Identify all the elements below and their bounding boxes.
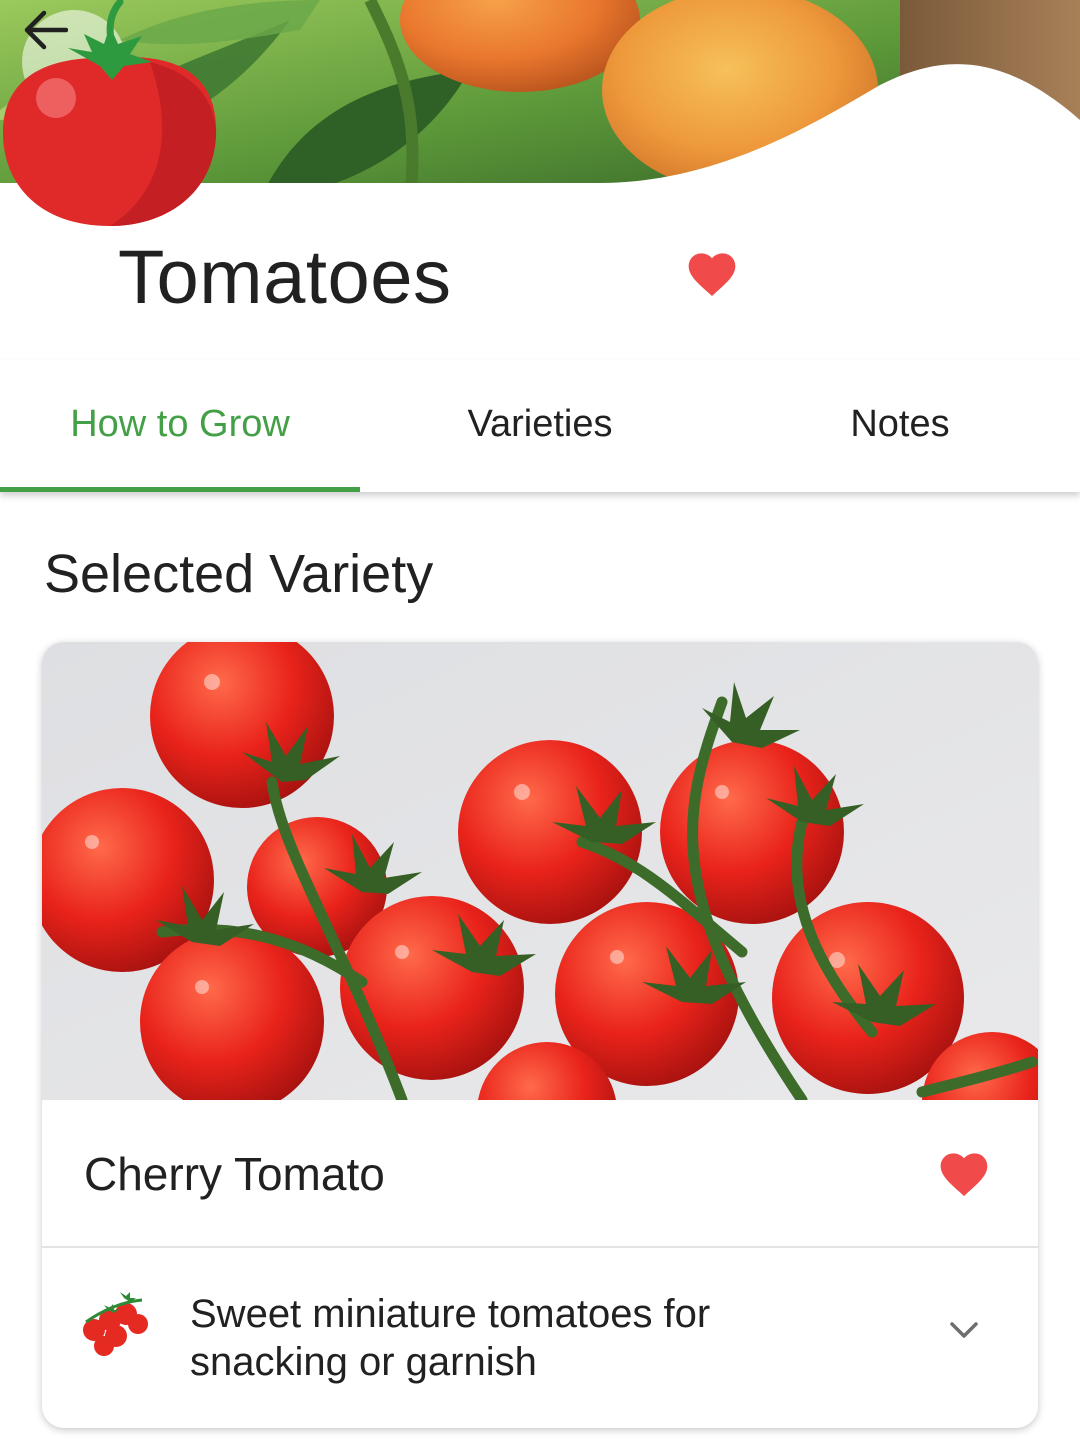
- variety-photo[interactable]: [42, 642, 1038, 1100]
- tab-bar: How to Grow Varieties Notes: [0, 360, 1080, 492]
- chevron-down-icon[interactable]: [946, 1312, 982, 1348]
- heart-icon: [940, 1153, 988, 1197]
- hero-header: Tomatoes: [0, 0, 1080, 360]
- variety-description: Sweet miniature tomatoes for snacking or…: [190, 1292, 711, 1384]
- active-tab-indicator: [0, 487, 360, 492]
- favorite-button[interactable]: [684, 246, 740, 298]
- tomatoes-screen: Tomatoes How to Grow Varieties Notes Sel…: [0, 0, 1080, 1447]
- tomato-illustration: [2, 0, 217, 227]
- variety-card: Cherry Tomato Sweet miniature tomatoes f…: [42, 642, 1038, 1428]
- variety-name-row: Cherry Tomato: [42, 1100, 1038, 1248]
- section-title: Selected Variety: [44, 544, 434, 604]
- tab-notes[interactable]: Notes: [720, 360, 1080, 492]
- variety-favorite-button[interactable]: [936, 1146, 992, 1198]
- page-title: Tomatoes: [118, 235, 452, 320]
- cherry-tomatoes-icon: [83, 1292, 148, 1356]
- heart-icon: [688, 253, 736, 297]
- tab-how-to-grow[interactable]: How to Grow: [0, 360, 360, 492]
- variety-name: Cherry Tomato: [84, 1148, 385, 1200]
- variety-description-row[interactable]: Sweet miniature tomatoes for snacking or…: [42, 1248, 1038, 1428]
- tab-varieties[interactable]: Varieties: [360, 360, 720, 492]
